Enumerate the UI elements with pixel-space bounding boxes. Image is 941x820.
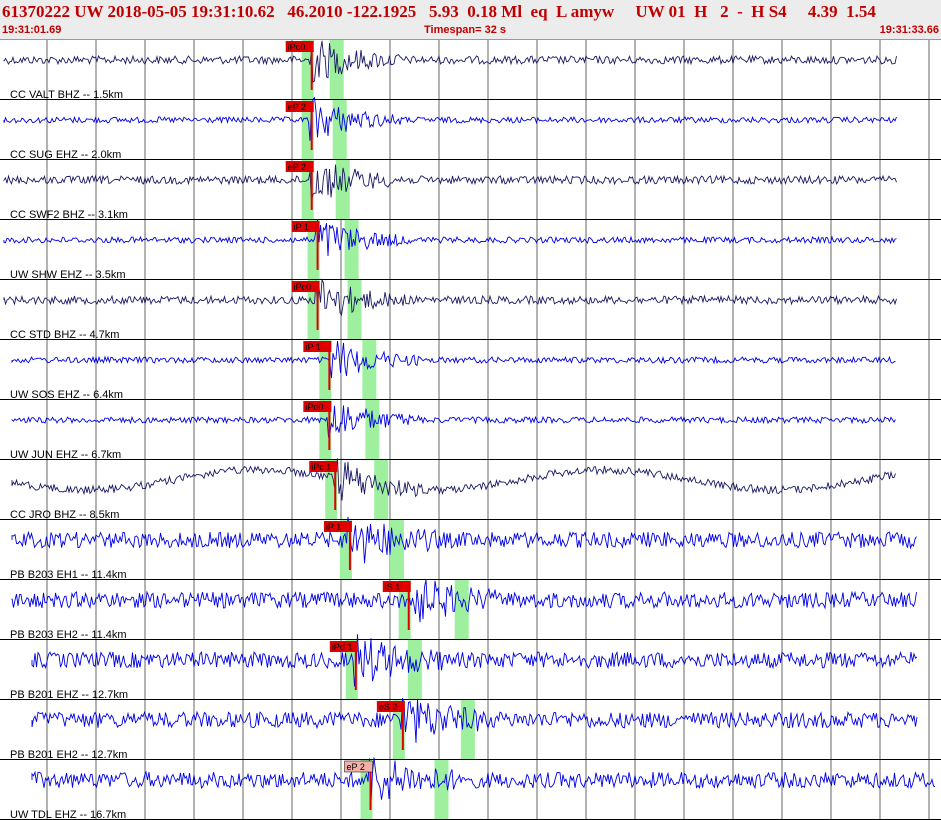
waveform-trace [11, 458, 896, 501]
waveform-trace [3, 40, 897, 83]
waveform-trace [3, 219, 897, 257]
waveform-trace [3, 96, 897, 141]
start-time: 19:31:01.69 [2, 24, 62, 36]
seismogram-plot[interactable]: iPc0CC VALT BHZ -- 1.5kmeP 2CC SUG EHZ -… [0, 40, 941, 820]
event-header: 61370222 UW 2018-05-05 19:31:10.62 46.20… [0, 0, 941, 40]
waveform-trace [11, 516, 917, 564]
pick-window-band [460, 700, 475, 760]
pick-label: iP 1 [294, 222, 309, 232]
timespan-label: Timespan= 32 s [424, 24, 507, 36]
pick-window-band [332, 100, 347, 160]
pick-label: iP 1 [305, 342, 320, 352]
pick-window-band [365, 400, 380, 460]
pick-label: iPc 1 [311, 462, 331, 472]
end-time: 19:31:33.66 [879, 24, 939, 36]
pick-label: eP 2 [288, 102, 306, 112]
pick-window-band [362, 340, 377, 400]
pick-label: iPc0 [294, 282, 312, 292]
waveform-trace [3, 278, 897, 317]
waveform-trace [11, 405, 896, 438]
pick-label: iS 1 [385, 582, 401, 592]
pick-label: eP 2 [288, 162, 306, 172]
pick-label: eS 2 [379, 702, 398, 712]
pick-label: iPd 1 [332, 642, 353, 652]
pick-window-band [329, 40, 344, 100]
channel-label: UW TDL EHZ -- 16.7km [10, 809, 126, 820]
waveform-trace [31, 757, 936, 803]
pick-label: eP 2 [347, 762, 365, 772]
event-summary: 61370222 UW 2018-05-05 19:31:10.62 46.20… [2, 2, 876, 21]
seismogram-panel[interactable]: iPc0 CC VALT BHZ -- 1.5km eP 2 CC SUG EHZ -… [0, 40, 941, 820]
waveform-trace [11, 340, 896, 379]
pick-window-band [434, 760, 449, 820]
pick-window-band [374, 460, 389, 520]
pick-label: iP 1 [326, 522, 341, 532]
waveform-trace [3, 164, 897, 202]
waveform-trace [31, 634, 918, 687]
pick-label: iPd0 [305, 402, 323, 412]
pick-window-band [347, 280, 362, 340]
pick-label: iPc0 [288, 42, 306, 52]
